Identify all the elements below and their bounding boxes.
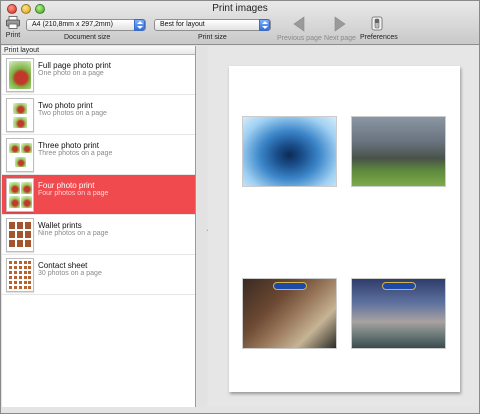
layout-thumbnail-wallet-prints (6, 218, 34, 252)
layout-item-subtitle: 30 photos on a page (38, 270, 102, 277)
toolbar: Print images Print A4 (210,8mm x 297,2mm… (1, 1, 479, 45)
layout-item-title: Three photo print (38, 141, 99, 150)
switch-icon (371, 16, 383, 31)
preferences-button[interactable]: Preferences (360, 16, 398, 41)
sidebar-splitter[interactable] (197, 46, 207, 407)
previous-page-label: Previous page (277, 35, 322, 42)
next-page-button[interactable]: Next page (323, 16, 357, 42)
layout-item-title: Four photo print (38, 181, 95, 190)
select-arrows-icon (259, 19, 270, 31)
arrow-left-icon (293, 16, 305, 32)
layout-thumbnail-three-photo (6, 138, 34, 172)
layout-item-subtitle: Four photos on a page (38, 190, 109, 197)
print-layout-sidebar: Print layout Full page photo print One p… (2, 46, 196, 407)
printer-icon (6, 16, 20, 29)
print-page-preview (229, 66, 460, 392)
preview-photo-yosemite-valley (351, 116, 446, 187)
print-images-window: Print images Print A4 (210,8mm x 297,2mm… (0, 0, 480, 414)
layout-item-four-photo[interactable]: Four photo print Four photos on a page (2, 175, 195, 215)
previous-page-button[interactable]: Previous page (277, 16, 322, 42)
preferences-label: Preferences (360, 34, 398, 41)
wallet-grid-icon (9, 222, 31, 247)
layout-item-title: Two photo print (38, 101, 93, 110)
preview-photo-ratatouille-paris-poster (351, 278, 446, 349)
print-label: Print (5, 32, 21, 39)
layout-thumbnail-two-photo (6, 98, 34, 132)
arrow-right-icon (334, 16, 346, 32)
document-size-value: A4 (210,8mm x 297,2mm) (32, 21, 113, 28)
window-title: Print images (212, 3, 268, 14)
print-button[interactable]: Print (5, 16, 21, 39)
layout-item-subtitle: One photo on a page (38, 70, 104, 77)
ratatouille-logo (382, 282, 416, 290)
contact-sheet-grid-icon (9, 261, 31, 289)
layout-item-title: Contact sheet (38, 261, 88, 270)
layout-item-title: Full page photo print (38, 61, 111, 70)
document-size-select[interactable]: A4 (210,8mm x 297,2mm) (26, 19, 146, 31)
layout-item-subtitle: Three photos on a page (38, 150, 113, 157)
print-size-value: Best for layout (160, 21, 205, 28)
select-arrows-icon (134, 19, 145, 31)
layout-item-subtitle: Nine photos on a page (38, 230, 109, 237)
layout-thumbnail-full-page (6, 58, 34, 92)
layout-item-wallet-prints[interactable]: Wallet prints Nine photos on a page (2, 215, 195, 255)
layout-item-two-photo[interactable]: Two photo print Two photos on a page (2, 95, 195, 135)
ratatouille-logo (273, 282, 307, 290)
layout-thumbnail-contact-sheet (6, 258, 34, 292)
layout-item-three-photo[interactable]: Three photo print Three photos on a page (2, 135, 195, 175)
layout-item-subtitle: Two photos on a page (38, 110, 107, 117)
preview-photo-ratatouille-poster (242, 278, 337, 349)
print-size-caption: Print size (198, 34, 227, 41)
sidebar-header: Print layout (2, 46, 195, 55)
layout-item-title: Wallet prints (38, 221, 82, 230)
next-page-label: Next page (324, 35, 356, 42)
layout-thumbnail-four-photo (6, 178, 34, 212)
layout-item-contact-sheet[interactable]: Contact sheet 30 photos on a page (2, 255, 195, 295)
layout-item-full-page[interactable]: Full page photo print One photo on a pag… (2, 55, 195, 95)
print-size-select[interactable]: Best for layout (154, 19, 271, 31)
document-size-caption: Document size (64, 34, 111, 41)
preview-photo-water-drop (242, 116, 337, 187)
print-preview-area (208, 46, 479, 407)
